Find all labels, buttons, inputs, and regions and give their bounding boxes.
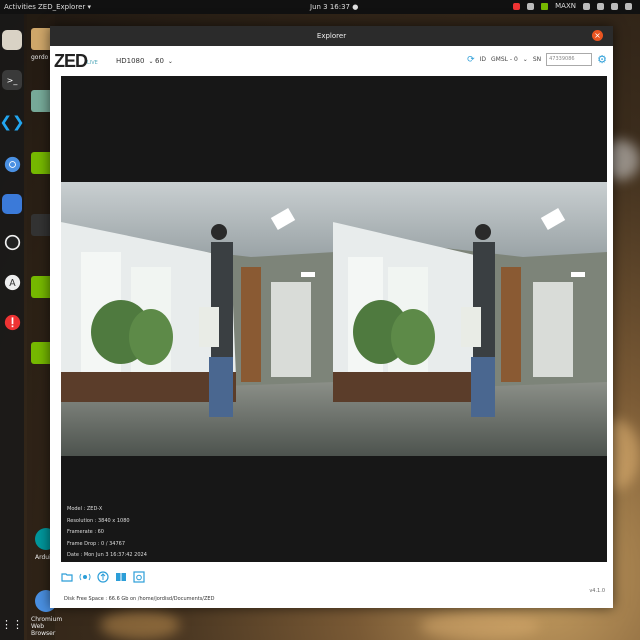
right-camera-frame <box>333 182 607 456</box>
chevron-down-icon: ⌄ <box>167 58 173 65</box>
terminal-icon[interactable]: >_ <box>2 70 22 90</box>
info-model: Model : ZED-X <box>67 506 103 512</box>
live-label: LIVE <box>87 60 98 66</box>
power-icon[interactable] <box>625 2 632 10</box>
serial-number-label: SN <box>532 56 542 63</box>
nvidia-icon[interactable] <box>541 2 549 10</box>
dock: >_ ❮❯ A ⋮⋮ <box>0 14 25 640</box>
desktop-label: gordo <box>31 54 49 61</box>
gear-icon[interactable]: ⚙ <box>597 53 607 66</box>
playback-icon[interactable] <box>97 571 109 583</box>
camera-selector: ⟳ ID GMSL - 0 ⌄ SN 47339086 ⚙ <box>467 53 607 66</box>
wallpaper-bokeh <box>100 610 180 640</box>
close-button[interactable]: × <box>592 30 603 41</box>
update-icon[interactable] <box>2 312 22 332</box>
keyboard-icon[interactable] <box>583 2 590 10</box>
toolbar: ZED LIVE HD1080 ⌄ 60 ⌄ ⟳ ID GMSL - 0 ⌄ SN … <box>50 46 613 74</box>
camera-info-overlay: Model : ZED-X Resolution : 3840 x 1080 F… <box>67 504 147 562</box>
serial-number-field[interactable]: 47339086 <box>546 53 593 66</box>
system-top-bar: Activities ZED_Explorer ▾ Jun 3 16:37 ● … <box>0 0 640 14</box>
info-resolution: Resolution : 3840 x 1080 <box>67 517 130 524</box>
clock[interactable]: Jun 3 16:37 ● <box>310 3 358 11</box>
info-date: Date : Mon Jun 3 16:37:42 2024 <box>67 552 147 558</box>
window-title: Explorer <box>316 32 347 40</box>
zed-explorer-window: Explorer × ZED LIVE HD1080 ⌄ 60 ⌄ ⟳ ID GMS… <box>50 26 613 608</box>
network-icon[interactable] <box>513 2 521 10</box>
side-by-side-icon[interactable] <box>115 571 127 583</box>
camera-id-label: ID <box>479 56 487 63</box>
chromium-icon[interactable] <box>2 154 22 174</box>
text-editor-icon[interactable] <box>2 194 22 214</box>
app-menu[interactable]: ZED_Explorer ▾ <box>38 3 91 11</box>
volume-icon[interactable] <box>611 2 618 10</box>
obs-icon[interactable] <box>2 232 22 252</box>
app-grid-icon[interactable]: ⋮⋮ <box>1 614 23 634</box>
version-label: v4.1.0 <box>589 588 605 594</box>
vscode-icon[interactable]: ❮❯ <box>0 112 25 132</box>
disk-space-status: Disk Free Space : 66.6 Gb on /home/jordi… <box>64 596 215 602</box>
window-titlebar[interactable]: Explorer × <box>50 26 613 46</box>
info-framerate: Framerate : 60 <box>67 529 104 535</box>
control-bar <box>61 571 145 583</box>
folder-icon[interactable] <box>61 571 73 583</box>
chevron-down-icon: ⌄ <box>148 58 154 65</box>
record-icon[interactable] <box>79 571 91 583</box>
software-center-icon[interactable]: A <box>2 272 22 292</box>
zed-logo: ZED <box>54 51 88 71</box>
left-camera-frame <box>61 182 335 456</box>
bluetooth-icon[interactable] <box>527 2 535 10</box>
refresh-icon[interactable]: ⟳ <box>467 55 475 65</box>
wallpaper-bokeh <box>420 612 540 640</box>
video-view[interactable]: Model : ZED-X Resolution : 3840 x 1080 F… <box>61 76 607 562</box>
activities-button[interactable]: Activities <box>4 3 36 11</box>
desktop-label: Chromium Web Browser <box>31 616 63 637</box>
fps-select[interactable]: 60 ⌄ <box>155 57 173 65</box>
camera-source-select[interactable]: GMSL - 0 <box>491 56 518 63</box>
info-frame-drop: Frame Drop : 0 / 34767 <box>67 540 126 547</box>
system-tray[interactable]: MAXN <box>513 2 632 10</box>
snapshot-icon[interactable] <box>133 571 145 583</box>
fps-value: 60 <box>155 57 164 65</box>
chevron-down-icon[interactable]: ⌄ <box>523 56 528 63</box>
wifi-icon[interactable] <box>597 2 604 10</box>
files-icon[interactable] <box>2 30 22 50</box>
svg-text:A: A <box>9 277 16 288</box>
power-mode-label[interactable]: MAXN <box>555 2 576 10</box>
resolution-value: HD1080 <box>116 57 145 65</box>
resolution-select[interactable]: HD1080 ⌄ <box>116 57 154 65</box>
